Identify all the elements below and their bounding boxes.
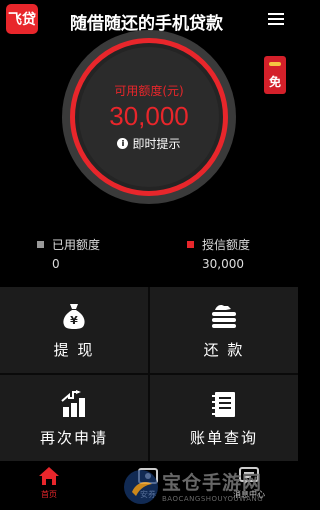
- watermark-text: 宝仓手游网: [162, 472, 263, 494]
- info-icon: i: [117, 138, 129, 149]
- svg-text:¥: ¥: [70, 314, 78, 327]
- watermark-logo-icon: [124, 470, 158, 504]
- credit-quota-value: 30,000: [202, 257, 244, 271]
- coin-icon: [269, 62, 281, 66]
- money-bag-icon: ¥: [63, 303, 85, 329]
- watermark-subtext: BAOCANGSHOUYOUWANG: [162, 495, 264, 503]
- withdraw-button[interactable]: ¥ 提 现: [0, 287, 148, 373]
- used-legend-square: [37, 241, 44, 248]
- app-logo: 飞贷: [6, 4, 38, 34]
- instant-tip-label: 即时提示: [132, 137, 181, 151]
- used-quota-value: 0: [52, 257, 60, 271]
- used-quota-stat: 已用额度 0: [37, 236, 100, 271]
- available-quota-label: 可用额度(元): [114, 84, 184, 98]
- repay-button[interactable]: 还 款: [150, 287, 298, 373]
- bill-query-button[interactable]: 账单查询: [150, 375, 298, 461]
- instant-tip[interactable]: i 即时提示: [117, 135, 181, 152]
- credit-quota-stat: 授信额度 30,000: [187, 236, 250, 271]
- free-badge[interactable]: 免: [264, 56, 286, 94]
- reapply-label: 再次申请: [39, 428, 108, 447]
- nav-home[interactable]: 首页: [19, 466, 79, 500]
- bill-book-icon: [212, 391, 235, 417]
- bar-chart-arrow-icon: [61, 389, 85, 417]
- reapply-button[interactable]: 再次申请: [0, 375, 148, 461]
- credit-quota-label: 授信额度: [202, 238, 251, 252]
- bill-query-label: 账单查询: [189, 428, 258, 447]
- used-quota-label: 已用额度: [52, 238, 101, 252]
- nav-home-label: 首页: [41, 490, 57, 499]
- home-icon: [39, 467, 59, 485]
- credit-legend-square: [187, 241, 194, 248]
- available-quota-circle: 可用额度(元) 30,000 i 即时提示: [62, 30, 236, 204]
- repay-label: 还 款: [203, 340, 245, 359]
- free-badge-label: 免: [268, 75, 281, 89]
- repay-coins-icon: [212, 304, 236, 328]
- site-watermark: 宝仓手游网 BAOCANGSHOUYOUWANG: [122, 466, 294, 508]
- menu-icon[interactable]: [268, 13, 284, 25]
- available-quota-value: 30,000: [109, 101, 189, 131]
- action-grid: ¥ 提 现 还 款 再次申请 账单查询: [0, 287, 298, 461]
- withdraw-label: 提 现: [53, 340, 95, 359]
